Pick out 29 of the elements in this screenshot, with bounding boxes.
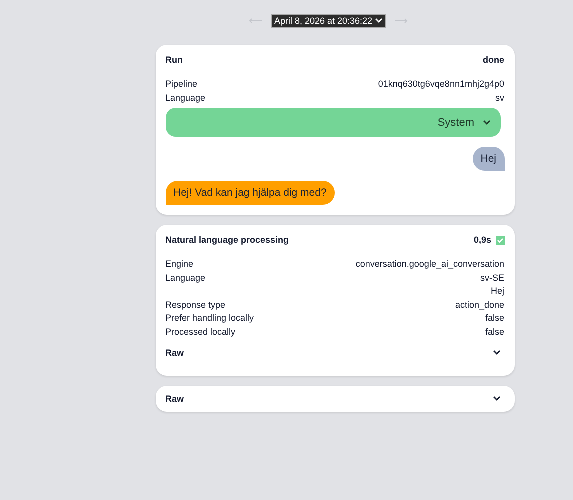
chevron-icon [374, 18, 383, 24]
row-value: Hej [490, 285, 504, 298]
system-bar[interactable]: System [166, 108, 500, 137]
card-title: Natural language processing [166, 235, 290, 245]
row-value: false [485, 326, 504, 338]
row-label: Language [166, 272, 206, 285]
user-message: Hej [472, 147, 504, 171]
row-label: Engine [166, 258, 194, 271]
assistant-message: Hej! Vad kan jag hjälpa dig med? [166, 181, 335, 205]
row-label: Prefer handling locally [166, 312, 254, 325]
chevron-icon [482, 120, 490, 126]
row-label: Pipeline [166, 78, 198, 91]
row-label: Language [166, 92, 206, 105]
row-value: conversation.google_ai_conversation [356, 258, 504, 271]
row-label: Processed locally [166, 326, 236, 339]
raw-toggle[interactable]: Raw [166, 348, 504, 358]
row-label: Response type [166, 298, 226, 312]
duration: 0,9s [474, 235, 492, 245]
row-value: sv-SE [480, 272, 504, 284]
run-date-select[interactable]: April 8, 2026 at 20:36:22 [271, 14, 386, 28]
chevron-icon [492, 350, 500, 356]
row-value: action_done [455, 298, 504, 312]
row-value: false [485, 312, 504, 325]
run-status: done [483, 55, 504, 65]
row-value: 01knq630tg6vqe8nn1mhj2g4p0 [378, 78, 504, 91]
row-value: sv [496, 92, 504, 104]
card-title: Run [166, 55, 183, 65]
raw-toggle[interactable]: Raw [166, 394, 504, 404]
chevron-icon [492, 396, 500, 402]
